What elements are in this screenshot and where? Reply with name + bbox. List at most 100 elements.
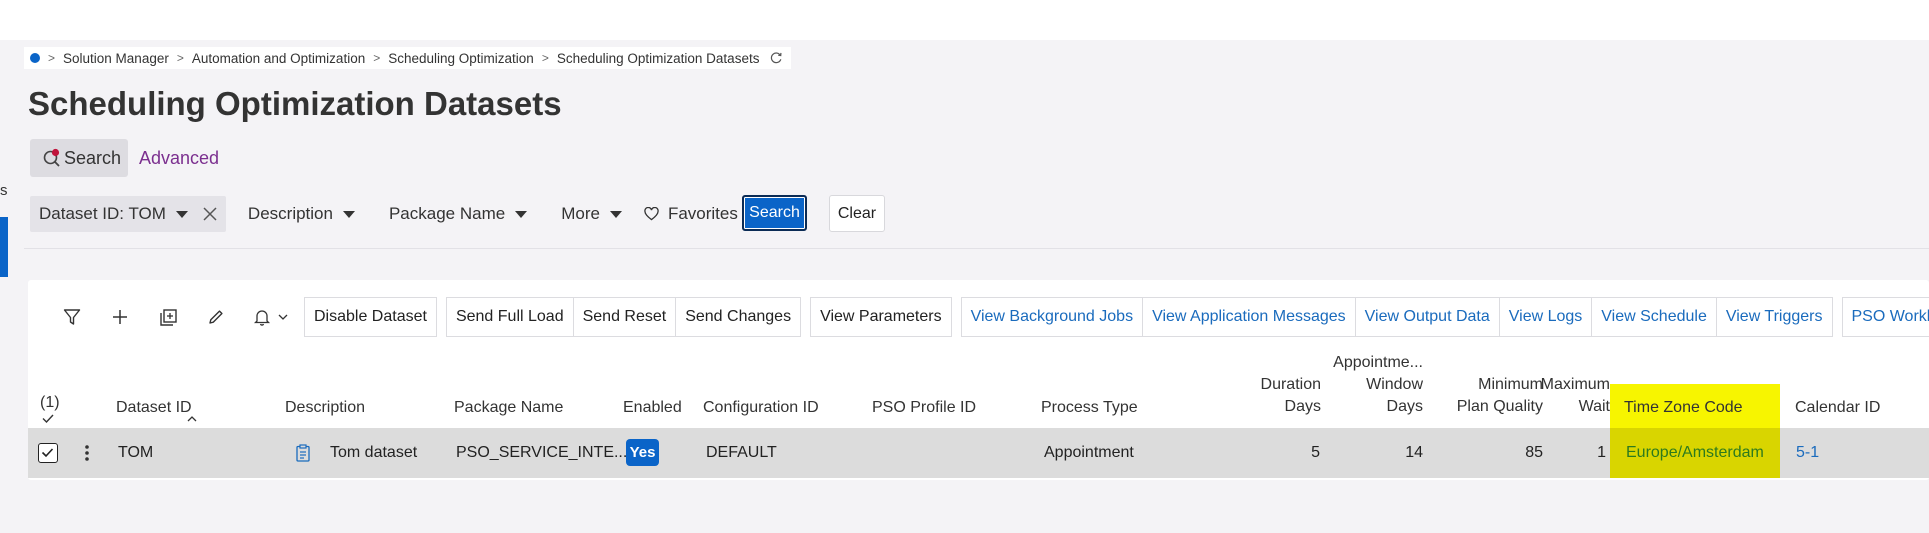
cell-duration-days: 5 xyxy=(1311,444,1320,461)
chevron-right-icon: > xyxy=(176,51,184,65)
row-checkbox[interactable] xyxy=(38,443,58,463)
page-title: Scheduling Optimization Datasets xyxy=(28,85,562,122)
home-icon[interactable] xyxy=(30,53,40,63)
cell-process-type: Appointment xyxy=(1044,444,1134,461)
view-triggers-button[interactable]: View Triggers xyxy=(1716,297,1833,337)
col-appointment-window-days[interactable]: Appointme... Window Days xyxy=(1318,352,1423,418)
col-process-type[interactable]: Process Type xyxy=(1041,397,1138,419)
chevron-right-icon: > xyxy=(541,51,549,65)
col-dataset-id[interactable]: Dataset ID xyxy=(116,397,192,419)
package-name-filter[interactable]: Package Name xyxy=(388,204,528,224)
send-reset-button[interactable]: Send Reset xyxy=(573,297,677,337)
col-minimum-plan-quality[interactable]: Minimum Plan Quality xyxy=(1423,374,1543,418)
view-application-messages-button[interactable]: View Application Messages xyxy=(1143,297,1356,337)
filter-button[interactable] xyxy=(48,297,96,337)
cell-configuration-id: DEFAULT xyxy=(706,444,777,461)
chevron-down-icon[interactable] xyxy=(175,210,188,218)
heart-icon xyxy=(644,207,659,221)
cell-appointment-window-days: 14 xyxy=(1405,444,1423,461)
disable-dataset-button[interactable]: Disable Dataset xyxy=(304,297,437,337)
bell-icon xyxy=(253,310,270,326)
search-button[interactable]: Search xyxy=(742,195,807,231)
cell-time-zone-code: Europe/Amsterdam xyxy=(1626,444,1764,461)
col-duration-days[interactable]: Duration Days xyxy=(1228,374,1321,418)
chevron-right-icon: > xyxy=(48,51,56,65)
col-pso-profile-id[interactable]: PSO Profile ID xyxy=(872,397,976,419)
col-maximum-wait[interactable]: Maximum Wait xyxy=(1538,374,1610,418)
chevron-down-icon xyxy=(609,210,622,218)
view-schedule-button[interactable]: View Schedule xyxy=(1592,297,1717,337)
close-icon[interactable] xyxy=(202,206,218,222)
col-min-plan-line1: Minimum xyxy=(1478,376,1543,393)
breadcrumb-solution-manager[interactable]: Solution Manager xyxy=(63,51,169,66)
favorites-label: Favorites xyxy=(667,204,738,223)
favorites-filter[interactable]: Favorites xyxy=(644,204,738,224)
clipboard-icon[interactable] xyxy=(296,444,310,462)
chevron-down-icon xyxy=(342,210,355,218)
col-package-name[interactable]: Package Name xyxy=(454,397,563,419)
col-duration-days-line2: Days xyxy=(1284,398,1321,415)
datasets-table-panel: Disable Dataset Send Full Load Send Rese… xyxy=(28,280,1929,480)
col-max-wait-line2: Wait xyxy=(1578,398,1610,415)
clear-button[interactable]: Clear xyxy=(829,195,885,232)
view-background-jobs-button[interactable]: View Background Jobs xyxy=(960,297,1144,337)
col-min-plan-line2: Plan Quality xyxy=(1456,398,1543,415)
divider xyxy=(24,248,1929,249)
check-icon[interactable] xyxy=(42,414,54,423)
send-changes-button[interactable]: Send Changes xyxy=(676,297,802,337)
col-appt-window-line2: Window xyxy=(1366,376,1423,393)
search-tab[interactable]: Search xyxy=(30,139,128,177)
col-calendar-id[interactable]: Calendar ID xyxy=(1795,397,1880,419)
plus-icon xyxy=(113,310,127,324)
dataset-id-filter-label: Dataset ID: TOM xyxy=(39,204,166,223)
send-button-group: Send Full Load Send Reset Send Changes xyxy=(445,297,802,337)
duplicate-button[interactable] xyxy=(144,297,192,337)
col-enabled[interactable]: Enabled xyxy=(623,397,682,419)
search-tab-label: Search xyxy=(64,147,122,168)
view-parameters-button[interactable]: View Parameters xyxy=(810,297,952,337)
cell-maximum-wait: 1 xyxy=(1597,444,1606,461)
selected-count: (1) xyxy=(40,394,60,411)
view-link-group: View Background Jobs View Application Me… xyxy=(960,297,1833,337)
col-appt-window-line3: Days xyxy=(1386,398,1423,415)
filter-bar: Dataset ID: TOM Description Package Name… xyxy=(30,196,738,232)
view-logs-button[interactable]: View Logs xyxy=(1499,297,1593,337)
description-filter[interactable]: Description xyxy=(248,204,355,224)
more-filter[interactable]: More xyxy=(561,204,622,224)
edit-button[interactable] xyxy=(192,297,240,337)
cell-calendar-id[interactable]: 5-1 xyxy=(1796,442,1819,464)
view-output-data-button[interactable]: View Output Data xyxy=(1355,297,1500,337)
col-appt-window-line1: Appointme... xyxy=(1333,354,1423,371)
pencil-icon xyxy=(209,310,223,324)
refresh-icon[interactable] xyxy=(769,51,783,65)
col-configuration-id[interactable]: Configuration ID xyxy=(703,397,819,419)
enabled-badge: Yes xyxy=(626,439,659,466)
breadcrumb: > Solution Manager > Automation and Opti… xyxy=(24,47,792,69)
duplicate-icon xyxy=(159,308,177,326)
breadcrumb-scheduling-optimization[interactable]: Scheduling Optimization xyxy=(388,51,534,66)
send-full-load-button[interactable]: Send Full Load xyxy=(445,297,574,337)
cell-description: Tom dataset xyxy=(330,444,418,461)
advanced-tab[interactable]: Advanced xyxy=(139,148,219,169)
table-row[interactable]: TOM Tom dataset PSO_SERVICE_INTE... Yes … xyxy=(28,428,1929,478)
dataset-id-filter-chip[interactable]: Dataset ID: TOM xyxy=(30,196,226,232)
left-edge-text: s xyxy=(0,182,8,199)
sort-ascending-icon[interactable] xyxy=(187,415,197,422)
add-button[interactable] xyxy=(96,297,144,337)
notifications-button[interactable] xyxy=(240,297,300,337)
table-toolbar: Disable Dataset Send Full Load Send Rese… xyxy=(48,297,1929,337)
chevron-down-icon xyxy=(515,210,528,218)
cell-minimum-plan-quality: 85 xyxy=(1525,444,1543,461)
col-description[interactable]: Description xyxy=(285,397,365,419)
row-menu-icon[interactable] xyxy=(84,444,90,462)
col-max-wait-line1: Maximum xyxy=(1540,376,1610,393)
breadcrumb-automation[interactable]: Automation and Optimization xyxy=(192,51,365,66)
check-icon xyxy=(41,448,54,458)
cell-dataset-id: TOM xyxy=(118,444,154,461)
cell-package-name: PSO_SERVICE_INTE... xyxy=(456,444,628,461)
col-time-zone-code[interactable]: Time Zone Code xyxy=(1624,397,1743,419)
package-name-filter-label: Package Name xyxy=(388,204,506,223)
chevron-down-icon xyxy=(278,314,287,320)
breadcrumb-current: Scheduling Optimization Datasets xyxy=(556,50,760,66)
pso-workbench-button[interactable]: PSO Workbench xyxy=(1841,297,1929,337)
